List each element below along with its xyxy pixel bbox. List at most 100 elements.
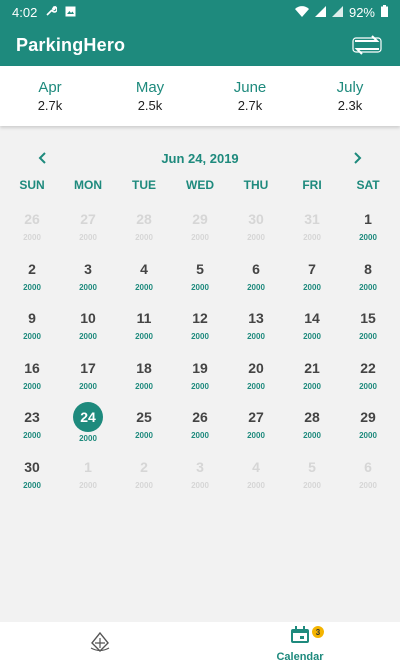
battery-icon bbox=[381, 4, 388, 20]
image-notification-icon bbox=[65, 5, 76, 20]
day-number: 13 bbox=[248, 310, 264, 326]
calendar-day[interactable]: 21 2000 bbox=[284, 349, 340, 399]
day-number: 1 bbox=[84, 458, 92, 475]
calendar-icon bbox=[290, 626, 310, 649]
day-number: 21 bbox=[304, 359, 320, 376]
day-amount: 2000 bbox=[191, 282, 209, 292]
day-amount: 2000 bbox=[247, 480, 265, 490]
calendar-day[interactable]: 26 2000 bbox=[4, 200, 60, 250]
calendar-day[interactable]: 27 2000 bbox=[228, 398, 284, 448]
calendar-day[interactable]: 29 2000 bbox=[340, 398, 396, 448]
calendar-day[interactable]: 2 2000 bbox=[4, 250, 60, 300]
day-number: 27 bbox=[80, 211, 96, 227]
day-number: 27 bbox=[248, 409, 264, 425]
day-amount: 2000 bbox=[359, 480, 377, 490]
month-name: Apr bbox=[38, 79, 62, 96]
calendar-header: Jun 24, 2019 bbox=[0, 146, 400, 170]
calendar-day[interactable]: 25 2000 bbox=[116, 398, 172, 448]
calendar-day[interactable]: 28 2000 bbox=[284, 398, 340, 448]
day-number: 18 bbox=[136, 359, 152, 376]
calendar-day[interactable]: 18 2000 bbox=[116, 349, 172, 399]
month-item-may[interactable]: May 2.5k bbox=[100, 66, 200, 126]
calendar-day[interactable]: 4 2000 bbox=[116, 250, 172, 300]
calendar-day[interactable]: 30 2000 bbox=[228, 200, 284, 250]
calendar-day[interactable]: 17 2000 bbox=[60, 349, 116, 399]
day-amount: 2000 bbox=[135, 431, 153, 440]
day-amount: 2000 bbox=[135, 332, 153, 341]
day-number: 16 bbox=[24, 359, 40, 376]
calendar-day[interactable]: 16 2000 bbox=[4, 349, 60, 399]
nav-item-calendar[interactable]: 3 Calendar bbox=[200, 622, 400, 667]
weekday-label: TUE bbox=[132, 178, 156, 192]
month-name: May bbox=[135, 79, 165, 96]
day-amount: 2000 bbox=[191, 431, 209, 440]
day-amount: 2000 bbox=[135, 480, 153, 490]
swap-icon[interactable] bbox=[350, 31, 384, 59]
day-amount: 2000 bbox=[303, 332, 321, 341]
day-number: 6 bbox=[364, 458, 372, 475]
calendar-day[interactable]: 22 2000 bbox=[340, 349, 396, 399]
chevron-left-icon[interactable] bbox=[31, 146, 55, 170]
day-amount: 2000 bbox=[191, 332, 209, 341]
calendar-day[interactable]: 23 2000 bbox=[4, 398, 60, 448]
calendar-day[interactable]: 12 2000 bbox=[172, 299, 228, 349]
status-time: 4:02 bbox=[12, 4, 38, 20]
day-number: 30 bbox=[24, 458, 40, 475]
month-value: 2.7k bbox=[37, 98, 63, 113]
day-amount: 2000 bbox=[79, 480, 97, 490]
calendar-day[interactable]: 3 2000 bbox=[60, 250, 116, 300]
day-number: 26 bbox=[192, 409, 208, 425]
calendar-day[interactable]: 8 2000 bbox=[340, 250, 396, 300]
calendar-day[interactable]: 15 2000 bbox=[340, 299, 396, 349]
calendar-day[interactable]: 27 2000 bbox=[60, 200, 116, 250]
calendar-day[interactable]: 11 2000 bbox=[116, 299, 172, 349]
calendar-day[interactable]: 10 2000 bbox=[60, 299, 116, 349]
day-number: 28 bbox=[304, 409, 320, 425]
calendar-day[interactable]: 4 2000 bbox=[228, 448, 284, 498]
calendar-day[interactable]: 29 2000 bbox=[172, 200, 228, 250]
calendar-day[interactable]: 1 2000 bbox=[340, 200, 396, 250]
calendar-day[interactable]: 14 2000 bbox=[284, 299, 340, 349]
day-number: 4 bbox=[252, 458, 260, 475]
nav-item-home[interactable] bbox=[0, 622, 200, 667]
month-item-july[interactable]: July 2.3k bbox=[300, 66, 400, 126]
day-amount: 2000 bbox=[191, 480, 209, 490]
weekday-label: SAT bbox=[356, 178, 380, 192]
calendar-day[interactable]: 2 2000 bbox=[116, 448, 172, 498]
day-number: 8 bbox=[364, 260, 372, 277]
calendar-day[interactable]: 6 2000 bbox=[228, 250, 284, 300]
day-number: 7 bbox=[308, 260, 316, 277]
day-amount: 2000 bbox=[247, 282, 265, 292]
day-amount: 2000 bbox=[79, 434, 97, 443]
calendar-day[interactable]: 3 2000 bbox=[172, 448, 228, 498]
day-number: 3 bbox=[196, 458, 204, 475]
day-number: 11 bbox=[136, 310, 152, 326]
calendar-day[interactable]: 31 2000 bbox=[284, 200, 340, 250]
calendar-day[interactable]: 20 2000 bbox=[228, 349, 284, 399]
month-item-june[interactable]: June 2.7k bbox=[200, 66, 300, 126]
calendar-day[interactable]: 26 2000 bbox=[172, 398, 228, 448]
day-amount: 2000 bbox=[79, 332, 97, 341]
day-number: 14 bbox=[304, 310, 320, 326]
day-amount: 2000 bbox=[135, 282, 153, 292]
calendar-day[interactable]: 28 2000 bbox=[116, 200, 172, 250]
day-amount: 2000 bbox=[79, 282, 97, 292]
calendar-day[interactable]: 19 2000 bbox=[172, 349, 228, 399]
chevron-right-icon[interactable] bbox=[345, 146, 369, 170]
calendar-day[interactable]: 9 2000 bbox=[4, 299, 60, 349]
calendar-day-selected[interactable]: 24 2000 bbox=[60, 398, 116, 448]
day-amount: 2000 bbox=[191, 233, 209, 242]
calendar-day[interactable]: 7 2000 bbox=[284, 250, 340, 300]
day-number: 26 bbox=[24, 211, 40, 227]
signal-icon bbox=[314, 5, 326, 20]
calendar-day[interactable]: 13 2000 bbox=[228, 299, 284, 349]
calendar-day[interactable]: 6 2000 bbox=[340, 448, 396, 498]
calendar-day[interactable]: 30 2000 bbox=[4, 448, 60, 498]
calendar-day[interactable]: 5 2000 bbox=[284, 448, 340, 498]
month-item-apr[interactable]: Apr 2.7k bbox=[0, 66, 100, 126]
day-amount: 2000 bbox=[303, 381, 321, 391]
month-value: 2.7k bbox=[237, 98, 263, 113]
day-amount: 2000 bbox=[23, 431, 41, 440]
calendar-day[interactable]: 5 2000 bbox=[172, 250, 228, 300]
calendar-day[interactable]: 1 2000 bbox=[60, 448, 116, 498]
